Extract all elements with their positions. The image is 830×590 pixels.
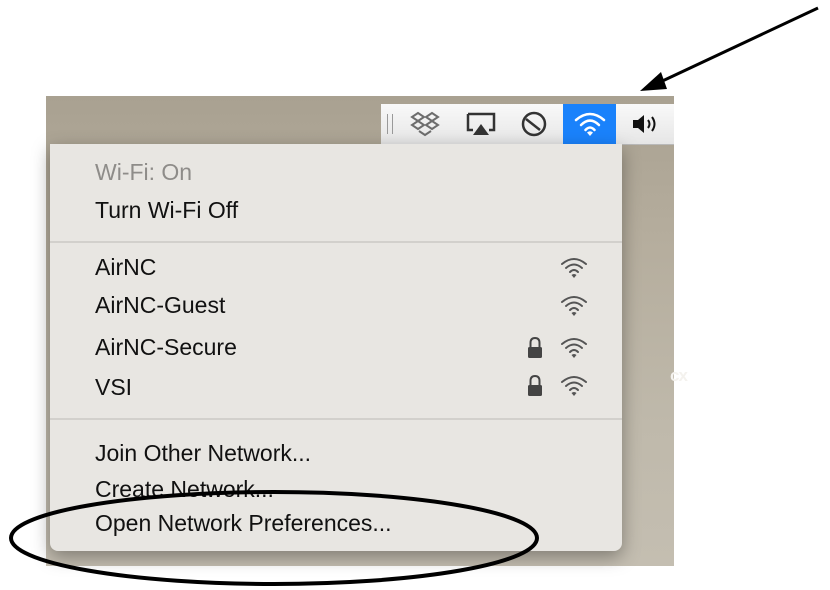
join-other-network-item[interactable]: Join Other Network...: [95, 440, 311, 467]
wifi-status: Wi-Fi: On: [95, 159, 193, 185]
lock-icon: [526, 374, 544, 403]
network-item-vsi[interactable]: VSI: [95, 374, 132, 401]
time-machine-icon[interactable]: [512, 104, 556, 144]
open-network-preferences-item[interactable]: Open Network Preferences...: [95, 510, 392, 537]
wifi-signal-icon: [560, 374, 588, 403]
wifi-signal-icon: [560, 294, 588, 323]
annotation-arrow: [640, 6, 819, 91]
wifi-menu: Wi-Fi: On Turn Wi-Fi Off AirNC AirNC-Gue…: [50, 144, 622, 551]
menu-divider: [50, 241, 622, 243]
dropbox-icon[interactable]: [403, 104, 447, 144]
wifi-signal-icon: [560, 256, 588, 285]
network-item-airnc-secure[interactable]: AirNC-Secure: [95, 334, 237, 361]
network-item-airnc[interactable]: AirNC: [95, 254, 156, 281]
network-item-airnc-guest[interactable]: AirNC-Guest: [95, 292, 225, 319]
wifi-signal-icon: [560, 336, 588, 365]
lock-icon: [526, 336, 544, 365]
turn-wifi-off-item[interactable]: Turn Wi-Fi Off: [95, 197, 238, 224]
create-network-item[interactable]: Create Network...: [95, 476, 274, 503]
menu-divider: [50, 418, 622, 420]
desktop-partial-text: cx: [670, 366, 688, 385]
airplay-icon[interactable]: [459, 104, 503, 144]
menubar-separator: [387, 114, 393, 134]
wifi-icon[interactable]: [563, 104, 616, 144]
menubar: [381, 104, 674, 145]
volume-icon[interactable]: [625, 104, 665, 144]
